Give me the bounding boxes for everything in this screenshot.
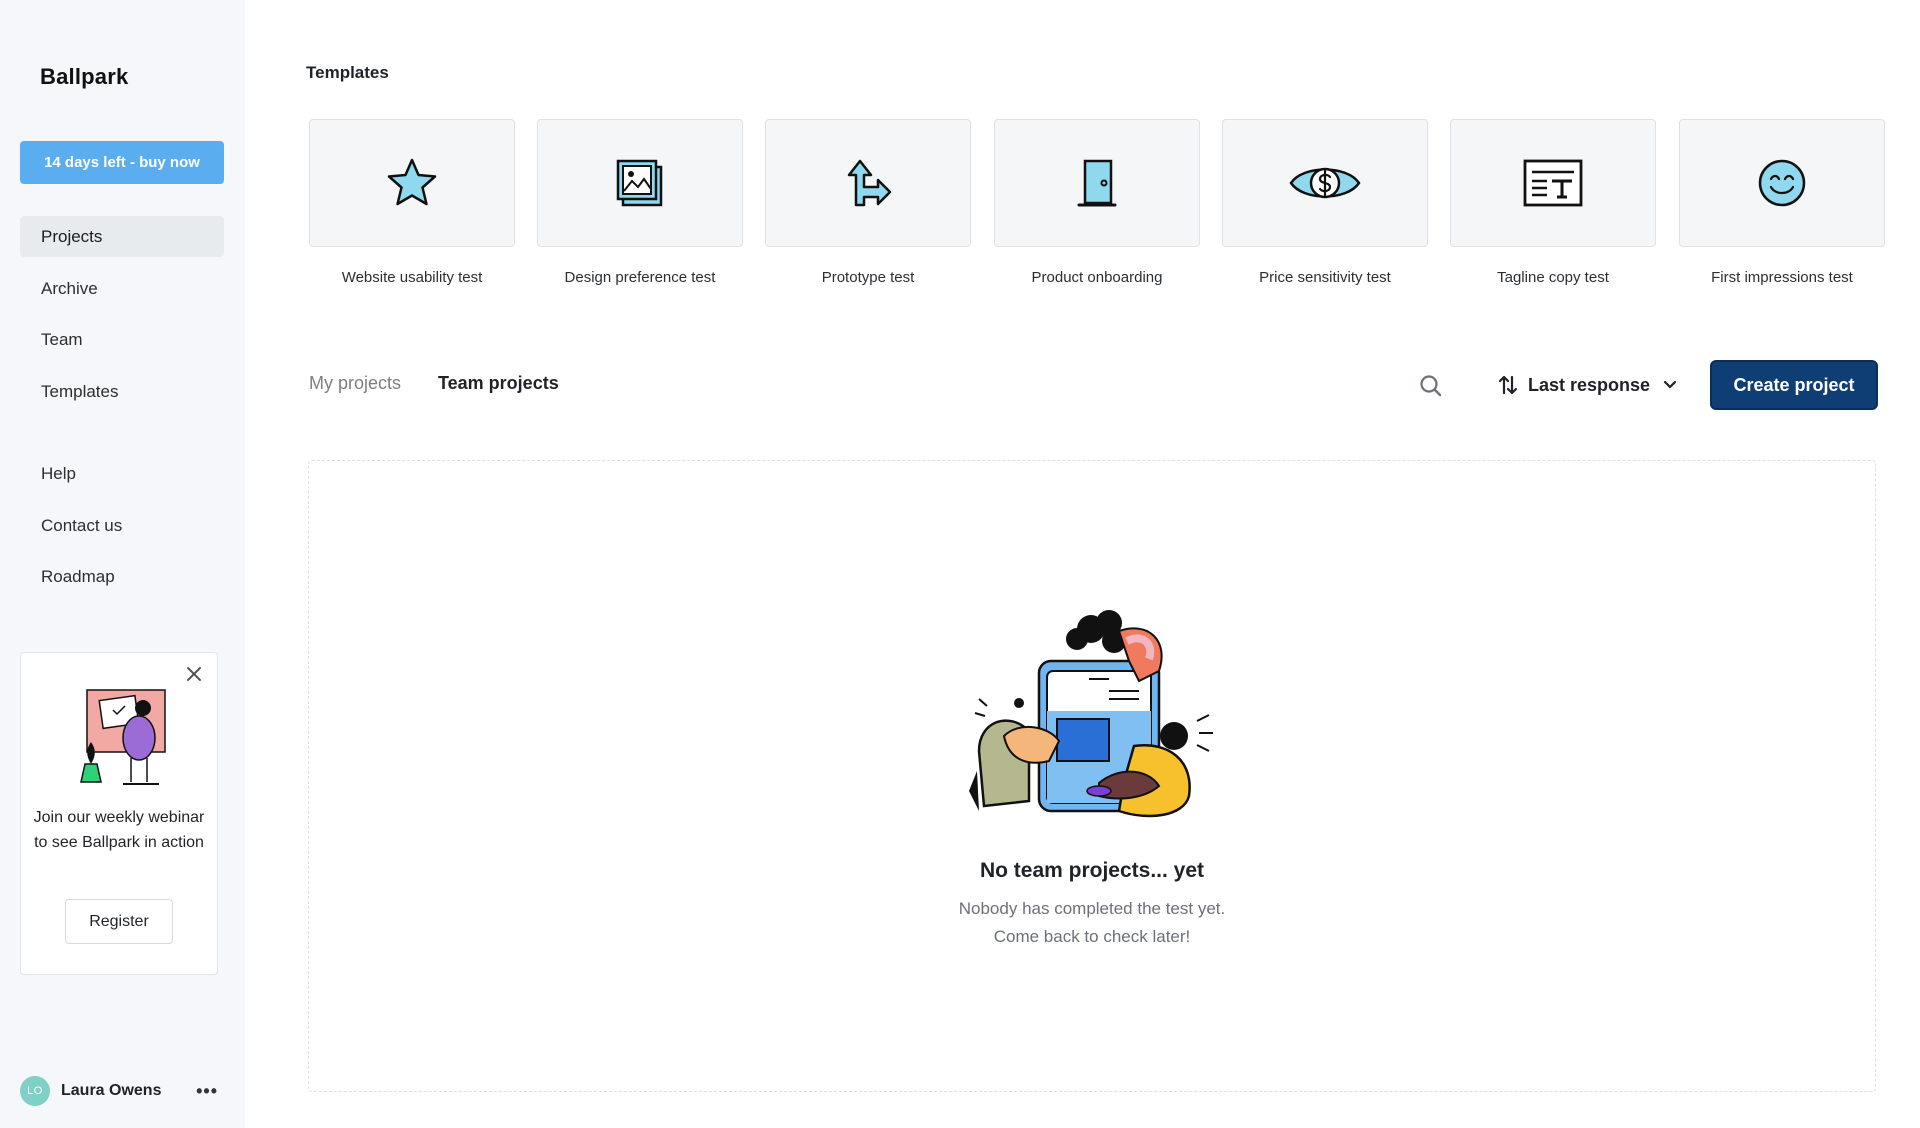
user-name: Laura Owens bbox=[61, 1082, 162, 1099]
chevron-down-icon bbox=[1663, 380, 1677, 389]
empty-state-subtitle: Nobody has completed the test yet. Come … bbox=[309, 895, 1875, 951]
star-icon bbox=[387, 158, 437, 206]
sidebar-item-label: Help bbox=[41, 463, 76, 483]
eye-dollar-icon bbox=[1289, 167, 1361, 199]
webinar-promo-card: Join our weekly webinar to see Ballpark … bbox=[20, 652, 218, 975]
template-card bbox=[1679, 119, 1885, 247]
empty-state-line: Come back to check later! bbox=[993, 927, 1191, 946]
template-card bbox=[994, 119, 1200, 247]
more-options-icon[interactable]: ••• bbox=[196, 1081, 218, 1102]
tab-my-projects[interactable]: My projects bbox=[309, 373, 401, 394]
tab-team-projects[interactable]: Team projects bbox=[438, 373, 559, 394]
door-icon bbox=[1077, 159, 1117, 207]
template-price-sensitivity-test[interactable]: Price sensitivity test bbox=[1222, 119, 1428, 286]
brand-logo[interactable]: Ballpark bbox=[40, 64, 128, 90]
create-project-button[interactable]: Create project bbox=[1710, 360, 1878, 410]
webinar-illustration bbox=[80, 689, 166, 785]
search-icon[interactable] bbox=[1418, 373, 1444, 399]
text-box-icon bbox=[1523, 159, 1583, 207]
sidebar-item-templates[interactable]: Templates bbox=[20, 371, 224, 412]
template-label: Price sensitivity test bbox=[1259, 269, 1391, 286]
sidebar-item-label: Roadmap bbox=[41, 566, 115, 586]
template-tagline-copy-test[interactable]: Tagline copy test bbox=[1450, 119, 1656, 286]
template-card bbox=[1222, 119, 1428, 247]
template-label: Prototype test bbox=[821, 269, 915, 286]
template-design-preference-test[interactable]: Design preference test bbox=[537, 119, 743, 286]
sidebar: Ballpark 14 days left - buy now Projects… bbox=[0, 0, 245, 1128]
sidebar-item-label: Archive bbox=[41, 278, 98, 298]
projects-empty-panel: No team projects... yet Nobody has compl… bbox=[308, 460, 1876, 1092]
template-card bbox=[309, 119, 515, 247]
sort-label: Last response bbox=[1528, 374, 1651, 395]
sidebar-item-contact-us[interactable]: Contact us bbox=[20, 505, 224, 546]
register-button[interactable]: Register bbox=[65, 899, 173, 944]
sidebar-item-label: Templates bbox=[41, 381, 119, 401]
user-profile: LO Laura Owens ••• bbox=[20, 1076, 230, 1106]
sort-arrows-icon bbox=[1498, 375, 1518, 395]
sidebar-item-team[interactable]: Team bbox=[20, 319, 224, 360]
image-icon bbox=[616, 159, 663, 207]
smile-icon bbox=[1758, 159, 1806, 207]
empty-state-line: Nobody has completed the test yet. bbox=[958, 899, 1226, 918]
template-card bbox=[1450, 119, 1656, 247]
sort-dropdown[interactable]: Last response bbox=[1498, 371, 1678, 399]
avatar[interactable]: LO bbox=[20, 1076, 50, 1106]
sidebar-item-archive[interactable]: Archive bbox=[20, 268, 224, 309]
template-first-impressions-test[interactable]: First impressions test bbox=[1679, 119, 1885, 286]
template-label: Website usability test bbox=[341, 269, 483, 286]
template-card bbox=[537, 119, 743, 247]
arrow-turn-icon bbox=[847, 159, 892, 207]
empty-state-illustration bbox=[969, 610, 1213, 818]
promo-text: Join our weekly webinar to see Ballpark … bbox=[33, 809, 205, 851]
template-product-onboarding[interactable]: Product onboarding bbox=[994, 119, 1200, 286]
sidebar-item-label: Team bbox=[41, 329, 83, 349]
trial-buy-button[interactable]: 14 days left - buy now bbox=[20, 141, 224, 184]
sidebar-item-help[interactable]: Help bbox=[20, 453, 224, 494]
template-card bbox=[765, 119, 971, 247]
template-label: Tagline copy test bbox=[1497, 269, 1609, 286]
sidebar-item-label: Projects bbox=[41, 226, 103, 246]
sidebar-item-projects[interactable]: Projects bbox=[20, 216, 224, 257]
template-website-usability-test[interactable]: Website usability test bbox=[309, 119, 515, 286]
sidebar-item-roadmap[interactable]: Roadmap bbox=[20, 556, 224, 597]
empty-state-title: No team projects... yet bbox=[979, 859, 1205, 882]
template-prototype-test[interactable]: Prototype test bbox=[765, 119, 971, 286]
templates-title: Templates bbox=[306, 63, 389, 82]
template-label: First impressions test bbox=[1711, 269, 1853, 286]
template-label: Design preference test bbox=[564, 269, 716, 286]
close-icon[interactable] bbox=[185, 665, 203, 683]
template-label: Product onboarding bbox=[1031, 269, 1163, 286]
sidebar-item-label: Contact us bbox=[41, 515, 123, 535]
